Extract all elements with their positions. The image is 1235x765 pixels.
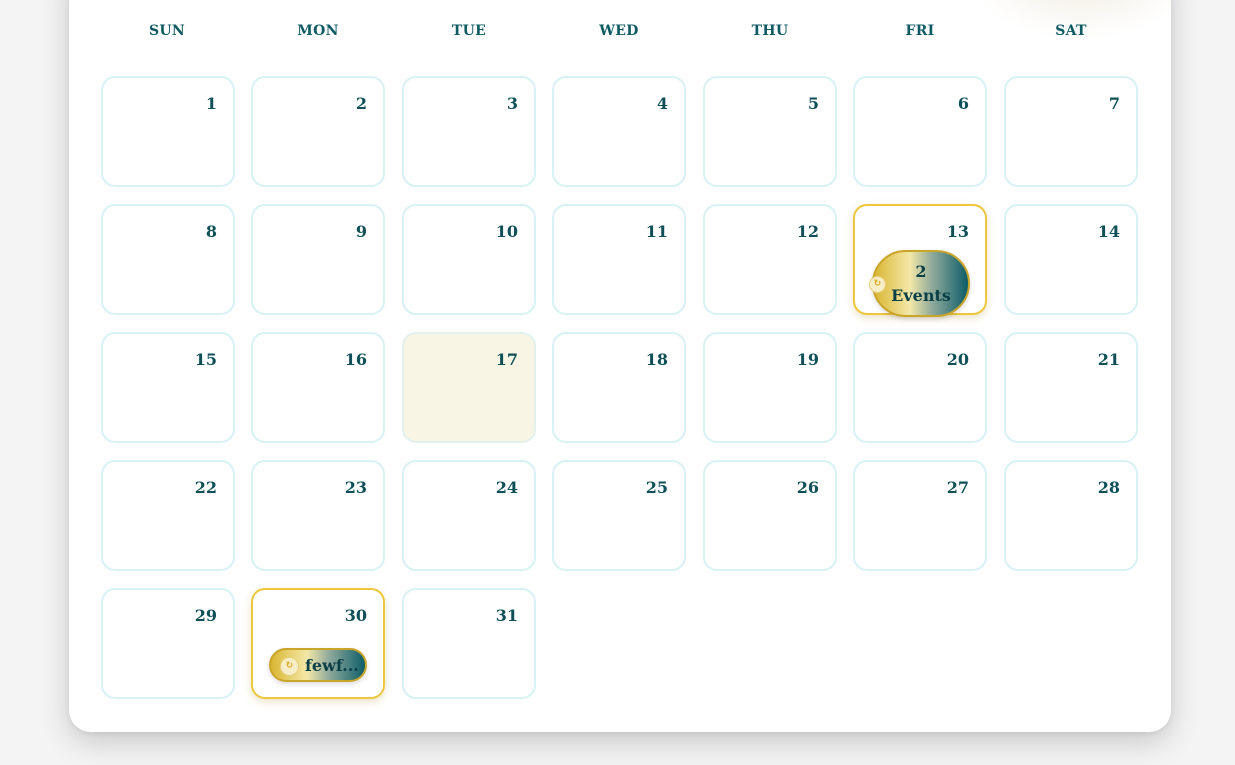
day-cell-7[interactable]: 7	[1004, 76, 1138, 187]
day-cell-17[interactable]: 17	[402, 332, 536, 443]
event-label: 2 Events	[891, 261, 951, 305]
day-number: 21	[1097, 350, 1120, 369]
day-number: 27	[946, 478, 969, 497]
day-number: 31	[495, 606, 518, 625]
weekday-sun: SUN	[148, 23, 186, 39]
day-number: 12	[796, 222, 819, 241]
day-number: 5	[807, 94, 819, 113]
day-number: 19	[796, 350, 819, 369]
day-cell-25[interactable]: 25	[552, 460, 686, 571]
day-cell-22[interactable]: 22	[101, 460, 235, 571]
day-number: 22	[194, 478, 217, 497]
day-number: 16	[344, 350, 367, 369]
day-cell-2[interactable]: 2	[251, 76, 385, 187]
day-number: 28	[1097, 478, 1120, 497]
day-number: 1	[205, 94, 217, 113]
event-label: fewf...	[305, 655, 359, 675]
day-cell-8[interactable]: 8	[101, 204, 235, 315]
day-cell-29[interactable]: 29	[101, 588, 235, 699]
day-cell-10[interactable]: 10	[402, 204, 536, 315]
day-number: 29	[194, 606, 217, 625]
day-cell-26[interactable]: 26	[703, 460, 837, 571]
day-number: 17	[495, 350, 518, 369]
day-number: 7	[1108, 94, 1120, 113]
day-cell-20[interactable]: 20	[853, 332, 987, 443]
day-cell-15[interactable]: 15	[101, 332, 235, 443]
day-cell-30[interactable]: 30 ↻ fewf...	[251, 588, 385, 699]
day-number: 23	[344, 478, 367, 497]
day-cell-14[interactable]: 14	[1004, 204, 1138, 315]
day-number: 13	[946, 222, 969, 241]
weekday-tue: TUE	[451, 23, 487, 39]
day-number: 9	[355, 222, 367, 241]
day-number: 3	[506, 94, 518, 113]
weekday-wed: WED	[599, 23, 639, 39]
day-cell-1[interactable]: 1	[101, 76, 235, 187]
day-cell-31[interactable]: 31	[402, 588, 536, 699]
day-number: 14	[1097, 222, 1120, 241]
day-cell-23[interactable]: 23	[251, 460, 385, 571]
day-number: 11	[645, 222, 668, 241]
day-number: 2	[355, 94, 367, 113]
day-cell-16[interactable]: 16	[251, 332, 385, 443]
day-cell-19[interactable]: 19	[703, 332, 837, 443]
day-number: 8	[205, 222, 217, 241]
day-number: 18	[645, 350, 668, 369]
day-cell-9[interactable]: 9	[251, 204, 385, 315]
event-chip[interactable]: ↻ fewf...	[269, 648, 367, 682]
calendar-card: SUN MON TUE WED THU FRI SAT 1 2 3 4 5 6 7 8 9 10 1…	[69, 0, 1171, 732]
day-cell-6[interactable]: 6	[853, 76, 987, 187]
day-cell-18[interactable]: 18	[552, 332, 686, 443]
day-cell-4[interactable]: 4	[552, 76, 686, 187]
clock-icon: ↻	[280, 657, 299, 676]
day-number: 20	[946, 350, 969, 369]
day-cell-11[interactable]: 11	[552, 204, 686, 315]
day-number: 30	[344, 606, 367, 625]
clock-icon: ↻	[869, 276, 886, 293]
day-number: 24	[495, 478, 518, 497]
event-count-badge[interactable]: ↻ 2 Events	[869, 250, 970, 317]
day-number: 15	[194, 350, 217, 369]
day-cell-21[interactable]: 21	[1004, 332, 1138, 443]
day-cell-13[interactable]: 13 ↻ 2 Events	[853, 204, 987, 317]
day-number: 6	[957, 94, 969, 113]
day-cell-28[interactable]: 28	[1004, 460, 1138, 571]
weekday-sat: SAT	[1055, 23, 1087, 39]
day-number: 25	[645, 478, 668, 497]
day-number: 10	[495, 222, 518, 241]
day-cell-27[interactable]: 27	[853, 460, 987, 571]
day-number: 26	[796, 478, 819, 497]
day-cell-5[interactable]: 5	[703, 76, 837, 187]
day-number: 4	[656, 94, 668, 113]
day-cell-12[interactable]: 12	[703, 204, 837, 315]
day-cell-3[interactable]: 3	[402, 76, 536, 187]
weekday-fri: FRI	[905, 23, 935, 39]
weekday-thu: THU	[751, 23, 789, 39]
day-cell-24[interactable]: 24	[402, 460, 536, 571]
weekday-mon: MON	[297, 23, 339, 39]
